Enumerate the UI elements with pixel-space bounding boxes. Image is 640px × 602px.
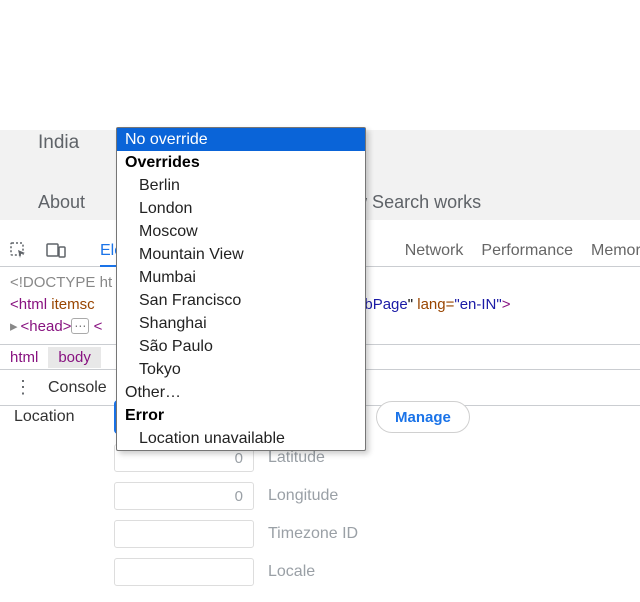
kebab-icon[interactable]: ⋮: [14, 377, 32, 398]
dropdown-item-override-4[interactable]: Mumbai: [117, 266, 365, 289]
latitude-label: Latitude: [268, 449, 368, 467]
device-toolbar-icon[interactable]: [46, 243, 64, 259]
timezone-label: Timezone ID: [268, 525, 388, 543]
longitude-label: Longitude: [268, 487, 368, 505]
dropdown-item-error-0[interactable]: Location unavailable: [117, 427, 365, 450]
dropdown-item-no-override[interactable]: No override: [117, 128, 365, 151]
footer-link-about[interactable]: About: [38, 192, 85, 213]
dropdown-heading-error: Error: [117, 404, 365, 427]
dropdown-heading-overrides: Overrides: [117, 151, 365, 174]
dropdown-item-override-5[interactable]: San Francisco: [117, 289, 365, 312]
dropdown-item-override-0[interactable]: Berlin: [117, 174, 365, 197]
crumb-body[interactable]: body: [48, 347, 101, 368]
dropdown-item-other[interactable]: Other…: [117, 381, 365, 404]
dropdown-item-override-3[interactable]: Mountain View: [117, 243, 365, 266]
ellipsis-icon[interactable]: ⋯: [71, 318, 89, 334]
manage-button[interactable]: Manage: [376, 401, 470, 433]
tab-performance[interactable]: Performance: [481, 242, 573, 260]
crumb-html[interactable]: html: [0, 347, 48, 368]
locale-input[interactable]: [114, 558, 254, 586]
inspect-icon[interactable]: [10, 242, 28, 260]
timezone-input[interactable]: [114, 520, 254, 548]
dropdown-item-override-7[interactable]: São Paulo: [117, 335, 365, 358]
longitude-input[interactable]: [114, 482, 254, 510]
country-label: India: [38, 132, 79, 154]
dropdown-item-override-6[interactable]: Shanghai: [117, 312, 365, 335]
locale-label: Locale: [268, 563, 368, 581]
dropdown-item-override-1[interactable]: London: [117, 197, 365, 220]
dropdown-item-override-8[interactable]: Tokyo: [117, 358, 365, 381]
tab-memory[interactable]: Memory: [591, 242, 640, 260]
tab-console[interactable]: Console: [48, 379, 107, 397]
tab-network[interactable]: Network: [405, 242, 464, 260]
dropdown-item-override-2[interactable]: Moscow: [117, 220, 365, 243]
location-dropdown-popup: No override Overrides BerlinLondonMoscow…: [116, 127, 366, 451]
location-label: Location: [14, 408, 114, 426]
